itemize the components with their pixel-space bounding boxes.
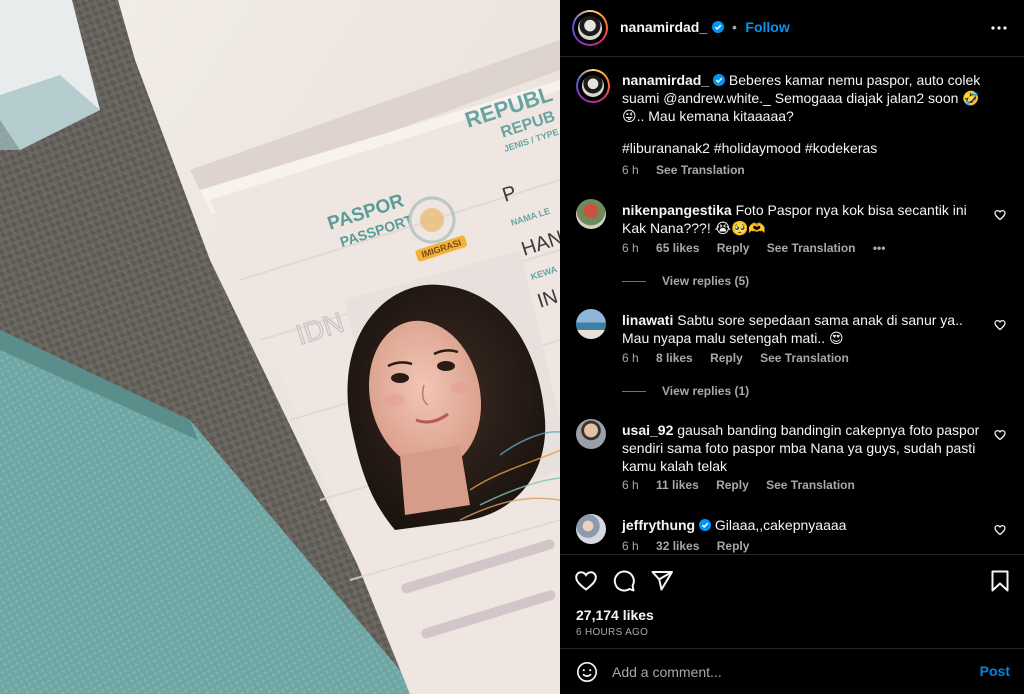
comment-time: 6 h [622,539,639,553]
comment-avatar[interactable] [576,199,606,229]
comment-text-block: linawati Sabtu sore sepedaan sama anak d… [622,311,992,347]
comment-username[interactable]: nikenpangestika [622,202,732,218]
more-options-icon[interactable] [990,19,1008,37]
comment-time: 6 h [622,351,639,365]
view-replies-button[interactable]: View replies (1) [622,384,749,398]
comment-meta: 6 h 65 likes Reply See Translation ••• [622,241,899,255]
author-username[interactable]: nanamirdad_ [620,19,707,35]
post-actions: 27,174 likes 6 HOURS AGO [560,554,1024,648]
caption-see-translation[interactable]: See Translation [656,163,745,177]
comment-icon[interactable] [612,569,636,593]
comment-meta: 6 h 11 likes Reply See Translation [622,478,869,492]
comment-avatar[interactable] [576,309,606,339]
post-photo[interactable]: REPUBL REPUB PASPOR PASSPORT IMIGRASI JE… [0,0,560,694]
add-comment-bar: Post [560,648,1024,694]
verified-badge-icon [699,519,711,531]
post-time-ago[interactable]: 6 HOURS AGO [576,627,648,638]
comment-likes[interactable]: 11 likes [656,478,699,492]
comment-like-heart-icon[interactable] [994,429,1006,441]
comment-text: gausah banding bandingin cakepnya foto p… [622,422,980,474]
passport-photo-illustration: REPUBL REPUB PASPOR PASSPORT IMIGRASI JE… [0,0,560,694]
caption-avatar[interactable] [576,69,610,103]
post-comment-button[interactable]: Post [980,663,1010,679]
comment-meta: 6 h 8 likes Reply See Translation [622,351,863,365]
comment-text-block: usai_92 gausah banding bandingin cakepny… [622,421,992,475]
caption-meta: 6 h See Translation [622,163,759,177]
comment-likes[interactable]: 8 likes [656,351,693,365]
verified-badge-icon [711,21,724,33]
comment-username[interactable]: linawati [622,312,673,328]
add-comment-input[interactable] [612,661,952,683]
comment-reply-button[interactable]: Reply [717,539,750,553]
comment-likes[interactable]: 65 likes [656,241,699,255]
header-separator: • [732,19,737,35]
bookmark-icon[interactable] [988,569,1012,593]
comment-see-translation[interactable]: See Translation [766,478,855,492]
post-header: nanamirdad_ • Follow [560,0,1024,57]
comment-time: 6 h [622,478,639,492]
comment-like-heart-icon[interactable] [994,524,1006,536]
follow-button[interactable]: Follow [745,19,789,35]
verified-badge-icon [713,74,726,86]
comment-reply-button[interactable]: Reply [710,351,743,365]
comment-text: Gilaaa,,cakepnyaaaa [714,517,847,533]
comment-avatar[interactable] [576,419,606,449]
comment-text-block: jeffrythung Gilaaa,,cakepnyaaaa [622,516,992,534]
comments-list[interactable]: nanamirdad_ Beberes kamar nemu paspor, a… [560,57,1024,554]
comment-text-block: nikenpangestika Foto Paspor nya kok bisa… [622,201,992,237]
comment-more-icon[interactable]: ••• [873,241,886,255]
comment-username[interactable]: jeffrythung [622,517,695,533]
comment-text: Sabtu sore sepedaan sama anak di sanur y… [622,312,963,346]
comment-like-heart-icon[interactable] [994,319,1006,331]
comment-see-translation[interactable]: See Translation [760,351,849,365]
view-replies-label: View replies (5) [662,274,750,288]
caption-text-block: nanamirdad_ Beberes kamar nemu paspor, a… [622,71,992,125]
share-icon[interactable] [650,569,674,593]
comment-time: 6 h [622,241,639,255]
comment-likes[interactable]: 32 likes [656,539,699,553]
comment-reply-button[interactable]: Reply [717,241,750,255]
heart-icon[interactable] [574,569,598,593]
comment-see-translation[interactable]: See Translation [767,241,856,255]
likes-count[interactable]: 27,174 likes [576,607,654,623]
comment-avatar[interactable] [576,514,606,544]
caption-username[interactable]: nanamirdad_ [622,72,709,88]
comment-username[interactable]: usai_92 [622,422,673,438]
emoji-icon[interactable] [576,661,598,683]
post-side-panel: nanamirdad_ • Follow nanamirdad_ Beberes… [560,0,1024,694]
view-replies-button[interactable]: View replies (5) [622,274,749,288]
author-avatar[interactable] [572,10,608,46]
comment-reply-button[interactable]: Reply [716,478,749,492]
comment-like-heart-icon[interactable] [994,209,1006,221]
caption-time: 6 h [622,163,639,177]
view-replies-label: View replies (1) [662,384,750,398]
comment-meta: 6 h 32 likes Reply [622,539,763,553]
caption-hashtags[interactable]: #liburananak2 #holidaymood #kodekeras [622,139,992,157]
